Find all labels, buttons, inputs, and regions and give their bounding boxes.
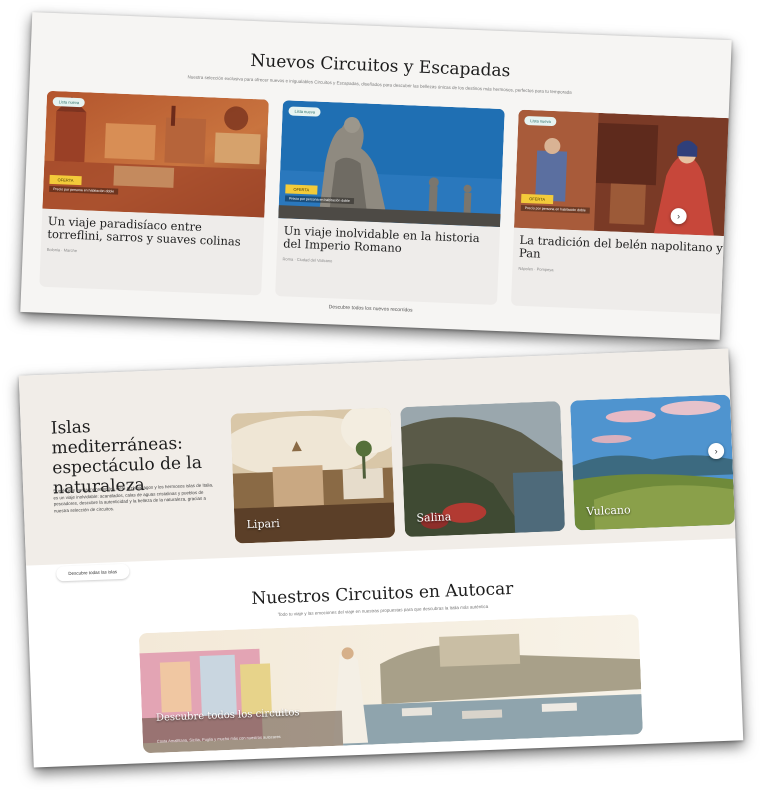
card-location: Nápoles · Pompeya <box>518 265 554 273</box>
all-islands-button[interactable]: Descubre todas las islas <box>56 563 130 582</box>
new-tag: Lista nueva <box>288 106 322 117</box>
card-title: La tradición del belén napolitano y Pan <box>518 232 724 261</box>
tour-card[interactable]: Lista nueva OFERTA Precio por persona en… <box>275 100 505 305</box>
new-tag: Lista nueva <box>52 96 86 108</box>
offer-badge: OFERTA <box>49 174 82 186</box>
nativity-image <box>514 109 732 237</box>
island-name: Lipari <box>246 516 281 532</box>
card-location: Bolonia · Marche <box>46 246 78 254</box>
new-tag: Lista nueva <box>524 115 557 127</box>
offer-badge: OFERTA <box>285 184 318 195</box>
island-card-salina[interactable]: Salina <box>400 401 566 538</box>
coach-banner[interactable]: Descubre todos los circuitos Costa Amalf… <box>138 614 643 754</box>
island-name: Vulcano <box>586 503 631 519</box>
island-name: Salina <box>416 510 452 525</box>
offer-badge: OFERTA <box>521 193 554 205</box>
featured-section: Nuevos Circuitos y Escapadas Nuestra sel… <box>20 12 732 340</box>
islands-and-coach-section: Islas mediterráneas: espectáculo de la n… <box>18 348 744 768</box>
rome-statue-image <box>278 100 505 228</box>
card-title: Un viaje inolvidable en la historia del … <box>282 223 480 256</box>
card-title: Un viaje paradisíaco entre torreflini, s… <box>47 213 241 249</box>
procida-harbor-image <box>138 614 643 754</box>
island-card-lipari[interactable]: Lipari <box>230 407 396 544</box>
card-location: Roma · Ciudad del Vaticano <box>282 256 333 264</box>
island-card-vulcano[interactable]: › Vulcano <box>570 394 735 531</box>
bologna-image <box>42 90 269 218</box>
tour-card[interactable]: Lista nueva OFERTA Precio por persona en… <box>510 109 732 315</box>
tour-card[interactable]: Lista nueva OFERTA Precio por persona en… <box>39 90 269 296</box>
